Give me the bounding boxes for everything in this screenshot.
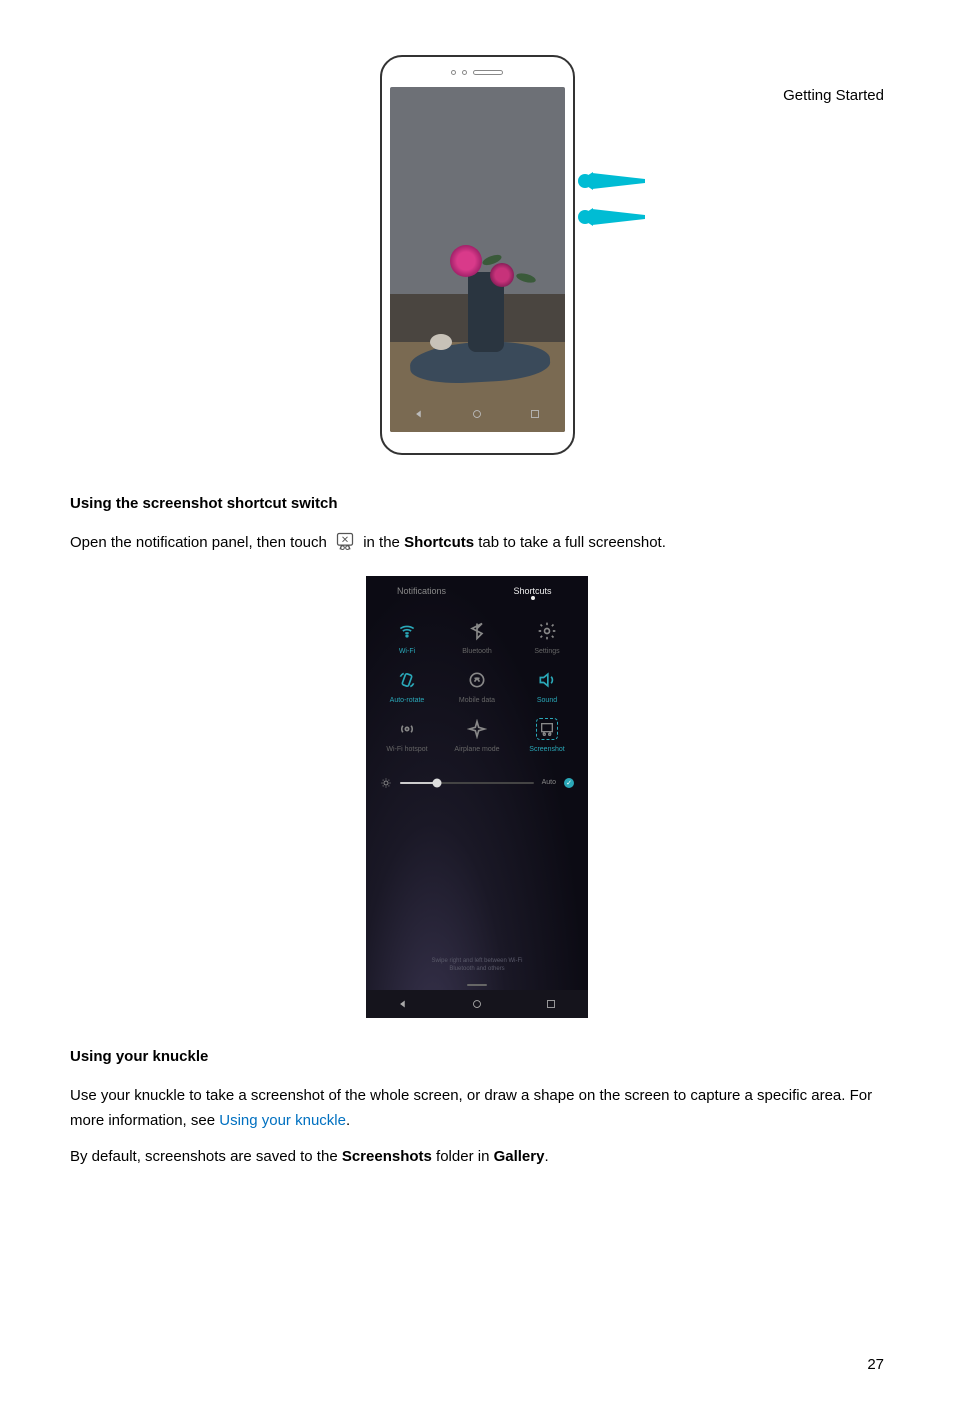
phone-wallpaper <box>390 87 565 432</box>
toggle-airplane[interactable]: Airplane mode <box>442 718 512 753</box>
brightness-slider[interactable]: Auto ✓ <box>366 753 588 789</box>
toggle-wifi[interactable]: Wi-Fi <box>372 620 442 655</box>
label: Screenshot <box>529 746 564 753</box>
hotspot-icon <box>396 718 418 740</box>
toggle-autorotate[interactable]: Auto-rotate <box>372 669 442 704</box>
panel-hint-text: Swipe right and left between Wi-Fi Bluet… <box>366 957 588 974</box>
label: Settings <box>534 648 559 655</box>
toggle-settings[interactable]: Settings <box>512 620 582 655</box>
android-navbar <box>390 402 565 426</box>
phone-frame <box>380 55 575 455</box>
side-button-arrows <box>577 170 647 228</box>
airplane-icon <box>466 718 488 740</box>
panel-drag-handle[interactable] <box>467 984 487 986</box>
text: in the <box>363 534 404 551</box>
label: Auto-rotate <box>390 697 425 704</box>
para-screenshot-shortcut: Open the notification panel, then touch … <box>70 530 884 556</box>
mobiledata-icon <box>466 669 488 691</box>
toggle-sound[interactable]: Sound <box>512 669 582 704</box>
label: Bluetooth <box>462 648 492 655</box>
phone-earpiece <box>382 57 573 87</box>
notification-panel-screenshot: Notifications Shortcuts Wi-Fi Bluetooth … <box>366 576 588 1018</box>
sound-icon <box>536 669 558 691</box>
screenshot-icon <box>536 718 558 740</box>
label: Wi-Fi <box>399 648 415 655</box>
toggle-hotspot[interactable]: Wi-Fi hotspot <box>372 718 442 753</box>
tab-shortcuts[interactable]: Shortcuts <box>477 586 588 596</box>
tab-notifications[interactable]: Notifications <box>366 586 477 596</box>
text: By default, screenshots are saved to the <box>70 1148 342 1165</box>
para-knuckle-1: Use your knuckle to take a screenshot of… <box>70 1083 884 1134</box>
text: Open the notification panel, then touch <box>70 534 331 551</box>
bold-screenshots-folder: Screenshots <box>342 1148 432 1165</box>
bluetooth-icon <box>466 620 488 642</box>
toggle-bluetooth[interactable]: Bluetooth <box>442 620 512 655</box>
bold-shortcuts: Shortcuts <box>404 534 474 551</box>
brightness-auto-label: Auto <box>542 779 556 786</box>
text: tab to take a full screenshot. <box>478 534 666 551</box>
label: Airplane mode <box>454 746 499 753</box>
text: . <box>346 1112 350 1129</box>
wifi-icon <box>396 620 418 642</box>
heading-using-knuckle: Using your knuckle <box>70 1048 884 1065</box>
para-knuckle-2: By default, screenshots are saved to the… <box>70 1144 884 1170</box>
text: . <box>544 1148 548 1165</box>
autorotate-icon <box>396 669 418 691</box>
text: Use your knuckle to take a screenshot of… <box>70 1087 872 1130</box>
label: Sound <box>537 697 557 704</box>
page-number: 27 <box>867 1356 884 1373</box>
gear-icon <box>536 620 558 642</box>
label: Mobile data <box>459 697 495 704</box>
heading-screenshot-shortcut: Using the screenshot shortcut switch <box>70 495 884 512</box>
bold-gallery: Gallery <box>494 1148 545 1165</box>
android-navbar <box>366 990 588 1018</box>
link-using-your-knuckle[interactable]: Using your knuckle <box>219 1112 346 1129</box>
text: folder in <box>432 1148 494 1165</box>
brightness-icon <box>380 777 392 789</box>
screenshot-icon <box>335 531 355 551</box>
toggle-screenshot[interactable]: Screenshot <box>512 718 582 753</box>
phone-buttons-illustration <box>70 55 884 465</box>
label: Wi-Fi hotspot <box>386 746 427 753</box>
brightness-auto-checkbox[interactable]: ✓ <box>564 778 574 788</box>
toggle-mobiledata[interactable]: Mobile data <box>442 669 512 704</box>
